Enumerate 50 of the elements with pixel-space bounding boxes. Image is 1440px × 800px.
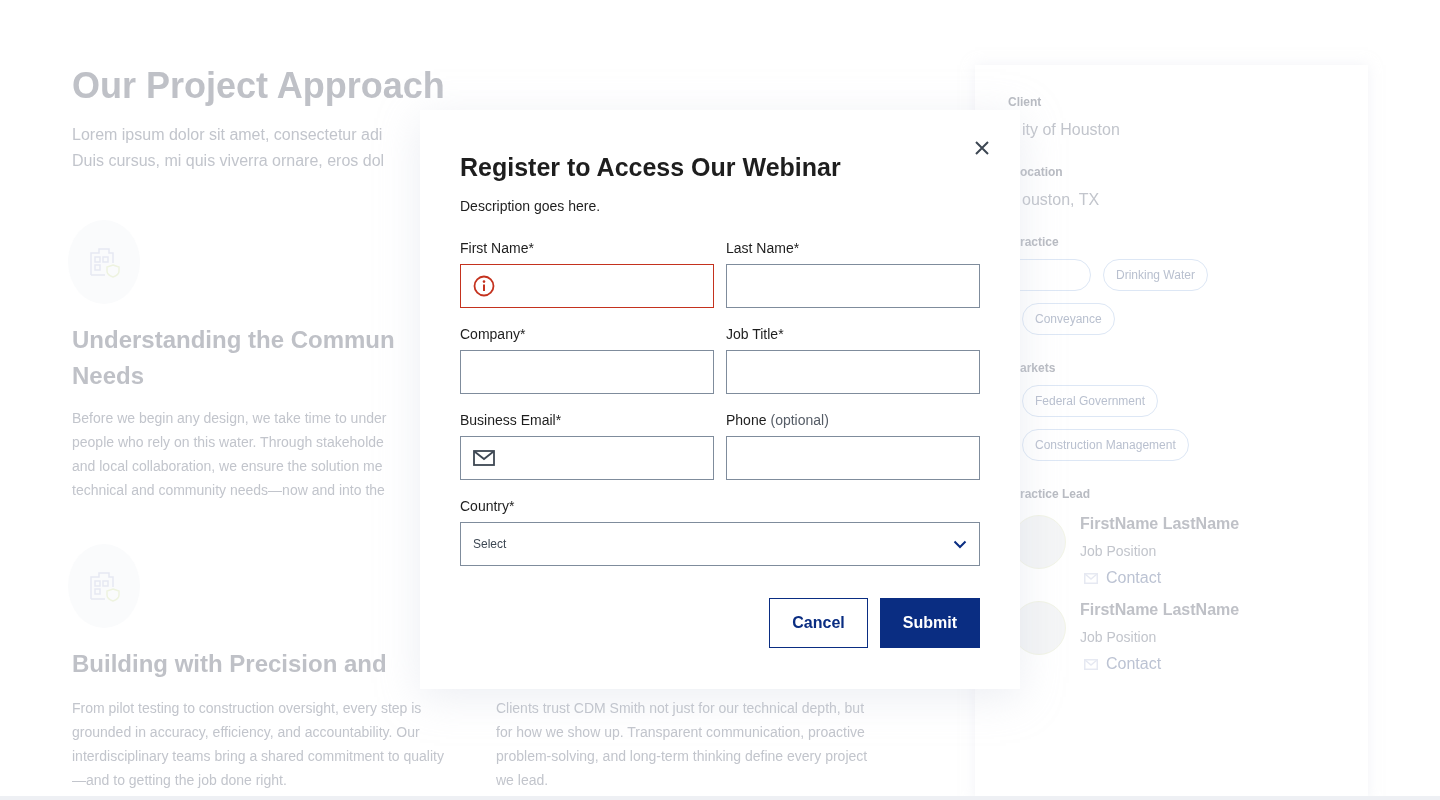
dialog-title: Register to Access Our Webinar <box>460 152 842 183</box>
section-heading: Building with Precision and <box>72 649 387 679</box>
input-field[interactable] <box>726 436 980 480</box>
body-text: people who rely on this water. Through stakeholde <box>72 433 384 452</box>
info-label: Client <box>1008 95 1043 109</box>
info-label: ocation <box>1020 165 1064 179</box>
field-label: Job Title* <box>726 326 784 342</box>
info-label: arkets <box>1020 361 1057 375</box>
envelope-icon <box>1084 658 1098 670</box>
country-dropdown[interactable]: Select <box>460 522 980 566</box>
field-label: Business Email* <box>460 412 562 428</box>
field-label: Phone <box>726 412 767 428</box>
cancel-button[interactable]: Cancel <box>769 598 868 648</box>
job-position: Job Position <box>1080 543 1158 559</box>
page-heading: Our Project Approach <box>72 64 446 108</box>
contact-link[interactable]: Contact <box>1106 569 1162 587</box>
body-text: technical and community needs—now and into the <box>72 481 385 500</box>
close-icon[interactable] <box>974 140 990 156</box>
optional-note: (optional) <box>770 412 829 428</box>
error-info-icon <box>473 275 495 297</box>
intro-text: Lorem ipsum dolor sit amet, consectetur adi <box>72 125 383 145</box>
field-label: Company* <box>460 326 526 342</box>
info-value: ouston, TX <box>1022 191 1101 209</box>
body-text: Before we begin any design, we take time to under <box>72 409 387 428</box>
envelope-icon <box>473 450 495 466</box>
intro-text: Duis cursus, mi quis viverra ornare, eros dol <box>72 151 385 171</box>
info-label: ractice <box>1020 235 1060 249</box>
input-field[interactable] <box>460 436 714 480</box>
input-field[interactable] <box>726 264 980 308</box>
envelope-icon <box>1084 572 1098 584</box>
body-text: From pilot testing to construction oversight, every step is grounded in accuracy, efficiency, and accountability. Our interdisciplinary teams bring a shared commitment to quality—and to getting the job done right. <box>72 699 445 790</box>
section-heading: Needs <box>72 361 145 391</box>
person-name: FirstName LastName <box>1080 601 1240 619</box>
contact-link[interactable]: Contact <box>1106 655 1162 673</box>
field-label: Country* <box>460 498 515 514</box>
dialog-description: Description goes here. <box>460 198 602 214</box>
body-text: and local collaboration, we ensure the solution me <box>72 457 383 476</box>
info-value: ity of Houston <box>1022 121 1121 139</box>
person-name: FirstName LastName <box>1080 515 1240 533</box>
input-field[interactable] <box>460 350 714 394</box>
info-label: ractice Lead <box>1020 487 1092 501</box>
field-label: First Name* <box>460 240 534 256</box>
input-field[interactable] <box>726 350 980 394</box>
job-position: Job Position <box>1080 629 1158 645</box>
input-field[interactable] <box>460 264 714 308</box>
field-label: Last Name* <box>726 240 800 256</box>
body-text: Clients trust CDM Smith not just for our technical depth, but for how we show up. Transparent communication, proactive problem-solving, and long-term thinking define every project we lead. <box>496 699 869 790</box>
submit-button[interactable]: Submit <box>879 598 980 648</box>
chevron-down-icon <box>953 539 967 549</box>
section-heading: Understanding the Commun <box>72 325 395 355</box>
